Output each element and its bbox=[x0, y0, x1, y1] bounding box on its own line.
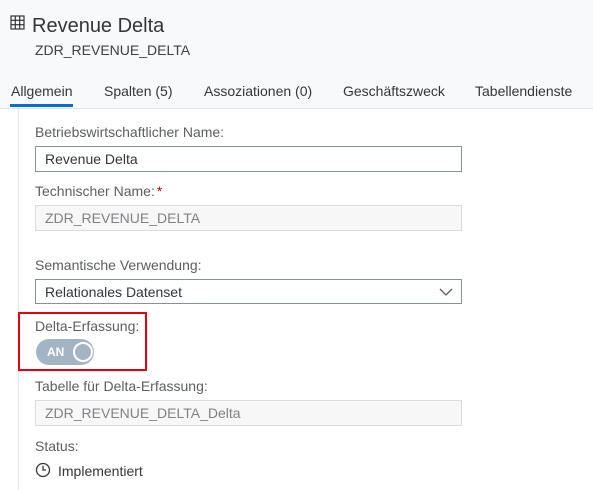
delta-table-label: Tabelle für Delta-Erfassung: bbox=[35, 378, 208, 394]
tab-spalten[interactable]: Spalten (5) bbox=[104, 82, 172, 100]
tab-assoziationen[interactable]: Assoziationen (0) bbox=[204, 82, 312, 100]
business-name-label: Betriebswirtschaftlicher Name: bbox=[35, 124, 225, 140]
chevron-down-icon[interactable] bbox=[439, 288, 453, 296]
semantic-usage-label: Semantische Verwendung: bbox=[35, 257, 202, 273]
status-label: Status: bbox=[35, 438, 79, 454]
table-icon bbox=[10, 15, 25, 30]
required-asterisk: * bbox=[156, 183, 163, 199]
page-subtitle: ZDR_REVENUE_DELTA bbox=[35, 42, 191, 58]
status-value: Implementiert bbox=[58, 463, 143, 479]
technical-name-label-text: Technischer Name: bbox=[35, 183, 155, 199]
technical-name-input bbox=[35, 205, 462, 231]
panel-divider bbox=[18, 109, 19, 490]
delta-table-input bbox=[35, 400, 462, 426]
tab-tabellendienste[interactable]: Tabellendienste bbox=[475, 82, 572, 100]
technical-name-label: Technischer Name: * bbox=[35, 182, 162, 200]
page-title: Revenue Delta bbox=[32, 15, 165, 37]
delta-capture-toggle[interactable]: AN bbox=[36, 339, 94, 365]
semantic-usage-select[interactable]: Relationales Datenset bbox=[35, 279, 462, 304]
semantic-usage-value: Relationales Datenset bbox=[45, 284, 182, 300]
toggle-knob bbox=[73, 342, 93, 362]
object-header: Revenue Delta ZDR_REVENUE_DELTA Allgemei… bbox=[0, 0, 593, 109]
delta-capture-label: Delta-Erfassung: bbox=[35, 318, 140, 334]
tab-allgemein[interactable]: Allgemein bbox=[9, 82, 74, 107]
business-name-input[interactable] bbox=[35, 146, 462, 172]
tab-geschaeftszweck[interactable]: Geschäftszweck bbox=[343, 82, 445, 100]
toggle-state-label: AN bbox=[47, 345, 65, 359]
clock-icon bbox=[35, 462, 51, 478]
